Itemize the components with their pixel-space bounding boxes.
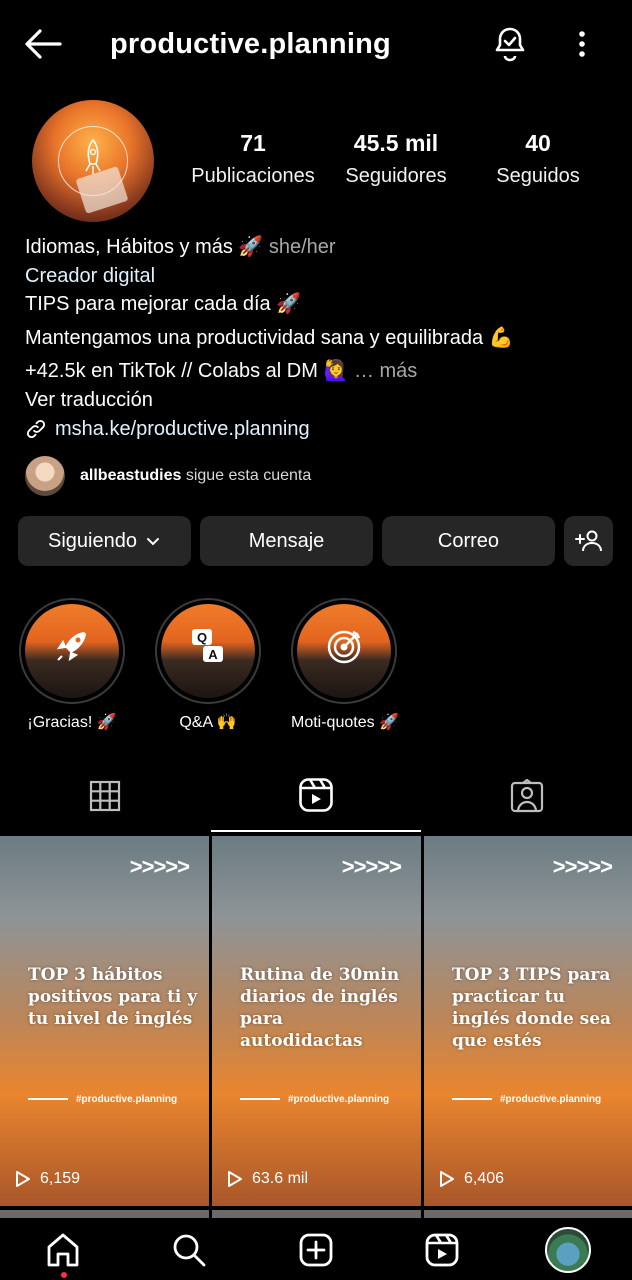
- tab-tagged[interactable]: [422, 760, 632, 832]
- following-button[interactable]: Siguiendo: [18, 516, 191, 566]
- reel-next-row-peek: [0, 1210, 209, 1218]
- highlight-ring: Q A: [155, 598, 261, 704]
- add-user-button[interactable]: [564, 516, 613, 566]
- reel-views-count: 63.6 mil: [252, 1170, 309, 1187]
- bio-text-5: +42.5k en TikTok // Colabs al DM 🙋‍♀️: [25, 360, 349, 382]
- svg-text:Q: Q: [197, 630, 207, 645]
- highlight-qa[interactable]: Q A Q&A 🙌: [155, 598, 261, 732]
- reel-item[interactable]: >>>>> TOP 3 TIPS para practicar tu inglé…: [424, 836, 632, 1206]
- reel-views: 6,159: [14, 1170, 80, 1188]
- create-icon[interactable]: [298, 1232, 334, 1268]
- grid-icon: [89, 780, 121, 812]
- highlight-ring: [19, 598, 125, 704]
- bio-pronouns: she/her: [268, 236, 336, 258]
- reel-views-count: 6,159: [40, 1170, 81, 1187]
- highlight-cover: [25, 604, 119, 698]
- profile-username: productive.planning: [110, 28, 391, 60]
- profile-tabs: [0, 760, 632, 832]
- reel-tag: #productive.planning: [28, 1094, 177, 1105]
- stat-followers-value: 45.5 mil: [353, 130, 439, 156]
- bell-check-icon[interactable]: [490, 24, 530, 64]
- message-label: Mensaje: [248, 529, 325, 552]
- bio-more-link[interactable]: … más: [354, 360, 417, 382]
- highlight-ring: [291, 598, 397, 704]
- reel-views: 6,406: [438, 1170, 504, 1188]
- reel-caption: TOP 3 hábitos positivos para ti y tu niv…: [28, 965, 198, 1029]
- reel-next-row-peek: [424, 1210, 632, 1218]
- play-views-icon: [440, 1171, 454, 1187]
- tab-grid[interactable]: [0, 760, 210, 832]
- stat-followers[interactable]: 45.5 mil Seguidores: [334, 130, 458, 188]
- profile-avatar-nav[interactable]: [545, 1227, 591, 1273]
- qa-icon: Q A: [192, 629, 223, 662]
- followed-by-suffix: sigue esta cuenta: [185, 467, 312, 484]
- bio-text-1: Idiomas, Hábitos y más 🚀: [25, 236, 264, 258]
- reel-caption: Rutina de 30min diarios de inglés para a…: [240, 965, 400, 1051]
- bio-link-text: msha.ke/productive.planning: [55, 418, 310, 440]
- reel-views-count: 6,406: [464, 1170, 505, 1187]
- bio-line-4: Mantengamos una productividad sana y equ…: [25, 327, 514, 349]
- chevron-down-icon: [146, 538, 159, 546]
- stat-following-label: Seguidos: [496, 165, 580, 187]
- bio-line-3: TIPS para mejorar cada día 🚀: [25, 293, 302, 315]
- arrow-left-icon[interactable]: [22, 26, 64, 62]
- bio-category[interactable]: Creador digital: [25, 262, 155, 290]
- reel-arrows: >>>>>: [129, 854, 190, 879]
- reels-nav-icon[interactable]: [424, 1232, 460, 1268]
- svg-text:A: A: [208, 647, 218, 662]
- followed-by-text: allbeastudies sigue esta cuenta: [80, 467, 311, 485]
- bio-line-5: +42.5k en TikTok // Colabs al DM 🙋‍♀️ … …: [25, 357, 417, 385]
- reel-next-row-peek: [212, 1210, 421, 1218]
- reel-arrows: >>>>>: [552, 854, 613, 879]
- more-vertical-icon[interactable]: [570, 26, 594, 62]
- email-button[interactable]: Correo: [382, 516, 555, 566]
- reel-item[interactable]: >>>>> TOP 3 hábitos positivos para ti y …: [0, 836, 209, 1206]
- tagged-icon: [510, 779, 544, 813]
- stat-following[interactable]: 40 Seguidos: [486, 130, 590, 188]
- reels-icon: [299, 778, 333, 812]
- reel-views: 63.6 mil: [226, 1170, 308, 1188]
- stat-followers-label: Seguidores: [345, 165, 447, 187]
- highlight-cover: [297, 604, 391, 698]
- following-label: Siguiendo: [48, 529, 137, 552]
- email-label: Correo: [437, 529, 500, 552]
- link-icon: [26, 419, 46, 439]
- stat-posts-value: 71: [240, 130, 266, 156]
- stat-posts[interactable]: 71 Publicaciones: [180, 130, 326, 188]
- add-user-icon: [574, 530, 602, 552]
- home-icon[interactable]: [45, 1232, 81, 1268]
- highlight-label: Q&A 🙌: [179, 714, 237, 731]
- message-button[interactable]: Mensaje: [200, 516, 373, 566]
- profile-avatar[interactable]: [32, 100, 154, 222]
- stat-following-value: 40: [525, 130, 551, 156]
- follower-avatar: [25, 456, 65, 496]
- followed-by[interactable]: allbeastudies sigue esta cuenta: [25, 456, 311, 496]
- followed-by-user: allbeastudies: [80, 467, 182, 484]
- reel-tag: #productive.planning: [240, 1094, 389, 1105]
- bottom-navigation: [0, 1218, 632, 1280]
- bio-link[interactable]: msha.ke/productive.planning: [25, 415, 310, 443]
- highlight-label: Moti-quotes 🚀: [291, 714, 399, 731]
- reel-caption: TOP 3 TIPS para practicar tu inglés dond…: [452, 965, 612, 1051]
- reel-item[interactable]: >>>>> Rutina de 30min diarios de inglés …: [212, 836, 421, 1206]
- search-icon[interactable]: [171, 1232, 207, 1268]
- bio-line-1: Idiomas, Hábitos y más 🚀 she/her: [25, 233, 336, 261]
- top-bar: productive.planning: [0, 0, 632, 88]
- highlight-cover: Q A: [161, 604, 255, 698]
- highlight-gracias[interactable]: ¡Gracias! 🚀: [19, 598, 125, 732]
- target-icon: [327, 630, 361, 664]
- stat-posts-label: Publicaciones: [191, 165, 315, 187]
- play-views-icon: [228, 1171, 242, 1187]
- highlight-label: ¡Gracias! 🚀: [27, 714, 117, 731]
- rocket-icon: [56, 632, 86, 662]
- bio-translate-link[interactable]: Ver traducción: [25, 386, 153, 414]
- reel-arrows: >>>>>: [341, 854, 402, 879]
- tab-reels[interactable]: [211, 760, 421, 832]
- highlight-moti-quotes[interactable]: Moti-quotes 🚀: [291, 598, 399, 732]
- play-views-icon: [16, 1171, 30, 1187]
- reel-tag: #productive.planning: [452, 1094, 601, 1105]
- home-notification-dot: [61, 1272, 67, 1278]
